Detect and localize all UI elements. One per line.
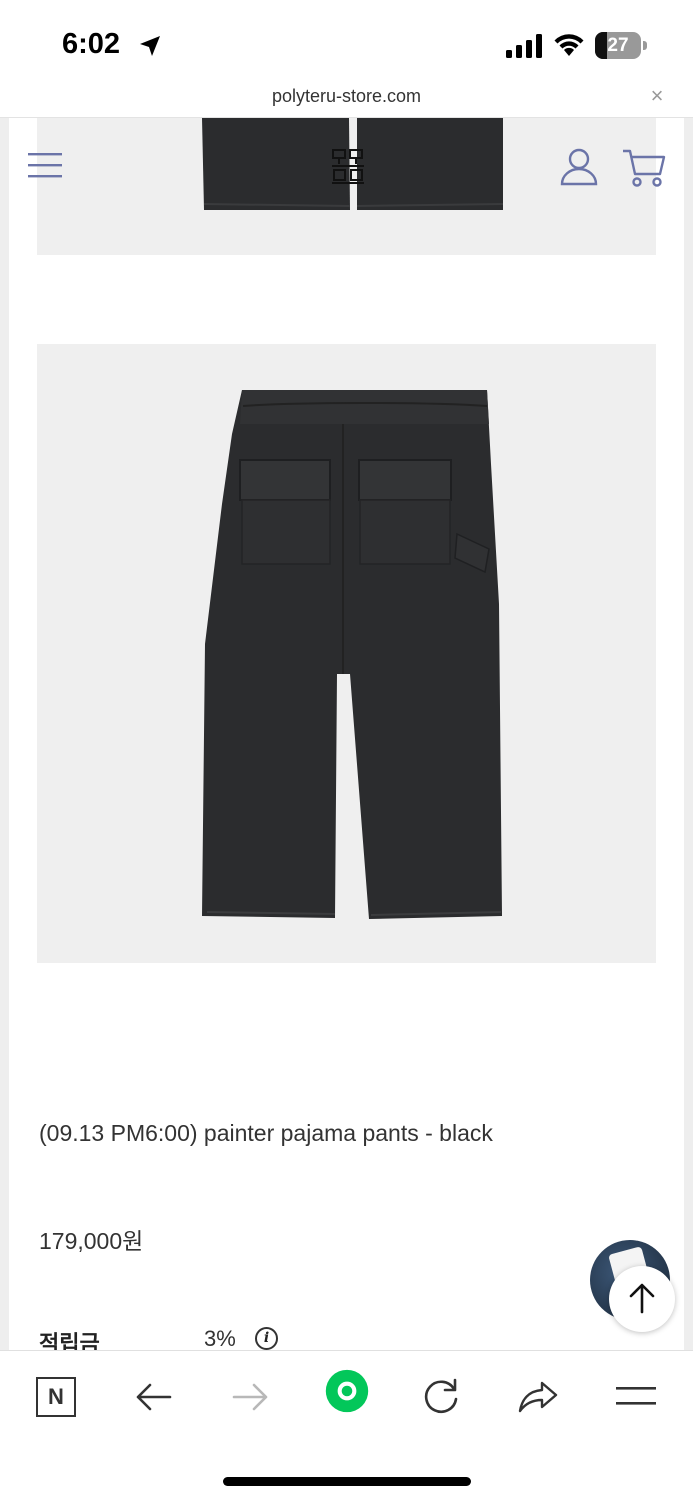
scroll-to-top-button[interactable] [609, 1266, 675, 1332]
menu-icon[interactable] [614, 1375, 658, 1419]
battery-body: 27 [595, 32, 641, 59]
info-icon[interactable]: i [255, 1327, 278, 1350]
site-header [0, 118, 693, 218]
location-arrow-icon [140, 36, 160, 56]
points-label: 적립금 [39, 1331, 100, 1350]
status-bar: 6:02 27 [0, 0, 693, 82]
page-right-edge [684, 118, 693, 1350]
hamburger-menu-icon[interactable] [28, 152, 62, 178]
url-text[interactable]: polyteru-store.com [0, 86, 693, 107]
status-time: 6:02 [62, 28, 121, 60]
page-left-edge [0, 118, 9, 1350]
home-indicator [223, 1477, 471, 1486]
wifi-icon [554, 34, 584, 56]
battery-level: 27 [607, 35, 629, 56]
cellular-signal-icon [506, 34, 542, 58]
reload-icon[interactable] [420, 1375, 462, 1419]
cart-icon[interactable] [622, 148, 666, 188]
naver-icon[interactable]: N [36, 1377, 76, 1417]
url-bar[interactable]: polyteru-store.com × [0, 82, 693, 118]
polyteru-logo[interactable] [330, 148, 366, 186]
pants-back-illustration [202, 390, 502, 919]
browser-toolbar: N [0, 1350, 693, 1500]
green-home-icon[interactable] [320, 1369, 374, 1413]
arrow-up-icon [629, 1283, 655, 1314]
back-icon[interactable] [134, 1375, 174, 1419]
forward-icon[interactable] [230, 1375, 270, 1419]
product-price: 179,000원 [39, 1228, 144, 1254]
page-viewport[interactable]: (09.13 PM6:00) painter pajama pants - bl… [0, 118, 693, 1350]
user-icon[interactable] [560, 148, 598, 186]
battery-cap [643, 41, 647, 50]
battery-indicator: 27 [595, 32, 647, 59]
points-value: 3% [204, 1326, 236, 1350]
share-icon[interactable] [516, 1375, 560, 1419]
close-icon[interactable]: × [647, 85, 667, 107]
product-name: (09.13 PM6:00) painter pajama pants - bl… [39, 1120, 493, 1146]
product-image[interactable] [37, 344, 656, 963]
